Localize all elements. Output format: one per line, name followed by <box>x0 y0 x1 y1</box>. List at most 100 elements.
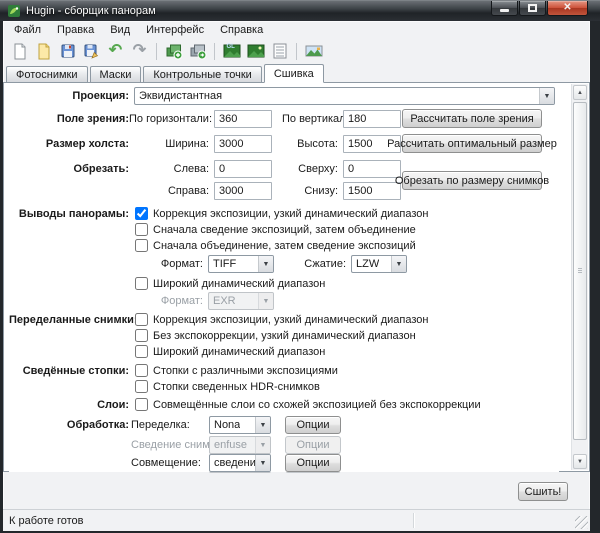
remapped-hdr-checkbox[interactable] <box>135 345 148 358</box>
window-title: Hugin - сборщик панорам <box>26 5 156 17</box>
window-controls: ✕ <box>490 1 588 16</box>
status-bar: К работе готов <box>3 509 590 531</box>
add-time-series-icon[interactable] <box>186 40 209 62</box>
minimize-button[interactable] <box>491 1 518 16</box>
hugin-app-icon <box>7 4 21 18</box>
stacks-label: Сведённые стопки: <box>9 365 129 377</box>
menu-interface[interactable]: Интерфейс <box>138 22 212 38</box>
calculate-fov-button[interactable]: Рассчитать поле зрения <box>402 109 542 128</box>
output-exposure-corrected-checkbox[interactable] <box>135 207 148 220</box>
crop-left-label: Слева: <box>129 163 209 175</box>
crop-label: Обрезать: <box>9 163 129 175</box>
toolbar-separator <box>296 43 297 60</box>
stacks-fused-hdr-checkbox[interactable] <box>135 380 148 393</box>
crop-bottom-label: Снизу: <box>282 185 338 197</box>
gl-preview-icon[interactable]: GL <box>220 40 243 62</box>
layers-label: Слои: <box>9 399 129 411</box>
canvas-height-label: Высота: <box>282 138 338 150</box>
vertical-scrollbar[interactable]: ▲ ▼ <box>571 84 588 470</box>
output-fused-then-blended-checkbox[interactable] <box>135 223 148 236</box>
format-label: Формат: <box>129 258 203 270</box>
crop-bottom-input[interactable] <box>343 182 401 200</box>
status-text: К работе готов <box>9 515 84 527</box>
crop-top-label: Сверху: <box>282 163 338 175</box>
canvas-width-label: Ширина: <box>129 138 209 150</box>
outputs-row-1: Выводы панорамы: Коррекция экспозиции, у… <box>9 206 559 221</box>
format-combo[interactable]: TIFF ▼ <box>208 255 274 273</box>
hdr-format-row: Формат: EXR ▼ <box>9 292 559 310</box>
tab-strip: Фотоснимки Маски Контрольные точки Сшивк… <box>3 63 590 82</box>
chevron-down-icon: ▼ <box>255 455 270 471</box>
fast-preview-icon[interactable] <box>244 40 267 62</box>
chevron-down-icon: ▼ <box>258 293 273 309</box>
save-project-as-icon[interactable] <box>80 40 103 62</box>
new-project-icon[interactable] <box>8 40 31 62</box>
processing-blender-row: Совмещение: сведение ▼ Опции <box>9 454 559 472</box>
output-hdr-checkbox[interactable] <box>135 277 148 290</box>
menu-help[interactable]: Справка <box>212 22 271 38</box>
blender-options-button[interactable]: Опции <box>285 454 341 472</box>
title-bar[interactable]: Hugin - сборщик панорам ✕ <box>0 0 600 21</box>
hdr-format-combo: EXR ▼ <box>208 292 274 310</box>
projection-row: Проекция: Эквидистантная ▼ <box>9 87 559 105</box>
compression-combo[interactable]: LZW ▼ <box>351 255 407 273</box>
open-project-icon[interactable] <box>32 40 55 62</box>
image-fusion-options-button: Опции <box>285 436 341 454</box>
blender-combo[interactable]: сведение ▼ <box>209 454 271 472</box>
layers-similar-exposure-checkbox[interactable] <box>135 398 148 411</box>
menu-file[interactable]: Файл <box>6 22 49 38</box>
control-points-list-icon[interactable] <box>268 40 291 62</box>
remapped-no-correction-checkbox[interactable] <box>135 329 148 342</box>
menu-edit[interactable]: Правка <box>49 22 102 38</box>
maximize-button[interactable] <box>519 1 546 16</box>
hugin-window: Hugin - сборщик панорам ✕ Файл Правка Ви… <box>0 0 600 533</box>
tab-masks[interactable]: Маски <box>90 66 142 82</box>
remapper-options-button[interactable]: Опции <box>285 416 341 434</box>
menu-bar: Файл Правка Вид Интерфейс Справка <box>3 21 590 39</box>
calculate-optimal-size-button[interactable]: Рассчитать оптимальный размер <box>402 134 542 153</box>
tab-photos[interactable]: Фотоснимки <box>6 66 88 82</box>
toolbar: ↶ ↷ GL <box>3 39 590 63</box>
fov-vertical-label: По вертикали: <box>282 113 338 125</box>
crop-to-images-button[interactable]: Обрезать по размеру снимков <box>402 171 542 190</box>
scroll-down-arrow-icon[interactable]: ▼ <box>573 454 587 469</box>
window-body: Файл Правка Вид Интерфейс Справка ↶ ↷ <box>3 21 590 528</box>
close-button[interactable]: ✕ <box>547 1 588 16</box>
tab-stitcher[interactable]: Сшивка <box>264 64 324 83</box>
add-image-icon[interactable] <box>162 40 185 62</box>
projection-combo[interactable]: Эквидистантная ▼ <box>134 87 555 105</box>
crop-left-input[interactable] <box>214 160 272 178</box>
stitch-button[interactable]: Сшить! <box>518 482 568 501</box>
stacks-varied-exposure-checkbox[interactable] <box>135 364 148 377</box>
canvas-size-label: Размер холста: <box>9 138 129 150</box>
save-project-icon[interactable] <box>56 40 79 62</box>
menu-view[interactable]: Вид <box>102 22 138 38</box>
scrollbar-thumb[interactable] <box>573 102 587 440</box>
crop-top-input[interactable] <box>343 160 401 178</box>
processing-fusion-row: Сведение снимков: enfuse ▼ Опции <box>9 436 559 454</box>
remapper-combo[interactable]: Nona ▼ <box>209 416 271 434</box>
undo-icon[interactable]: ↶ <box>104 40 127 62</box>
hdr-format-label: Формат: <box>129 295 203 307</box>
output-hdr-row: Широкий динамический диапазон <box>9 276 559 291</box>
resize-grip[interactable] <box>575 516 588 529</box>
scroll-up-arrow-icon[interactable]: ▲ <box>573 85 587 100</box>
chevron-down-icon: ▼ <box>255 437 270 453</box>
remapped-row-3: Широкий динамический диапазон <box>9 344 559 359</box>
remapper-label: Переделка: <box>131 419 209 431</box>
processing-remapper-row: Обработка: Переделка: Nona ▼ Опции <box>9 416 559 434</box>
fov-horizontal-input[interactable] <box>214 110 272 128</box>
panorama-preview-icon[interactable] <box>302 40 325 62</box>
redo-icon[interactable]: ↷ <box>128 40 151 62</box>
remapped-row-1: Переделанные снимки: Коррекция экспозици… <box>9 312 559 327</box>
crop-right-input[interactable] <box>214 182 272 200</box>
fov-vertical-input[interactable] <box>343 110 401 128</box>
footer-bar: Сшить! <box>3 472 590 509</box>
output-blended-then-fused-checkbox[interactable] <box>135 239 148 252</box>
remapped-exposure-corrected-checkbox[interactable] <box>135 313 148 326</box>
minimize-icon <box>500 9 509 12</box>
crop-right-label: Справа: <box>129 185 209 197</box>
tab-control-points[interactable]: Контрольные точки <box>143 66 261 82</box>
canvas-width-input[interactable] <box>214 135 272 153</box>
toolbar-separator <box>214 43 215 60</box>
